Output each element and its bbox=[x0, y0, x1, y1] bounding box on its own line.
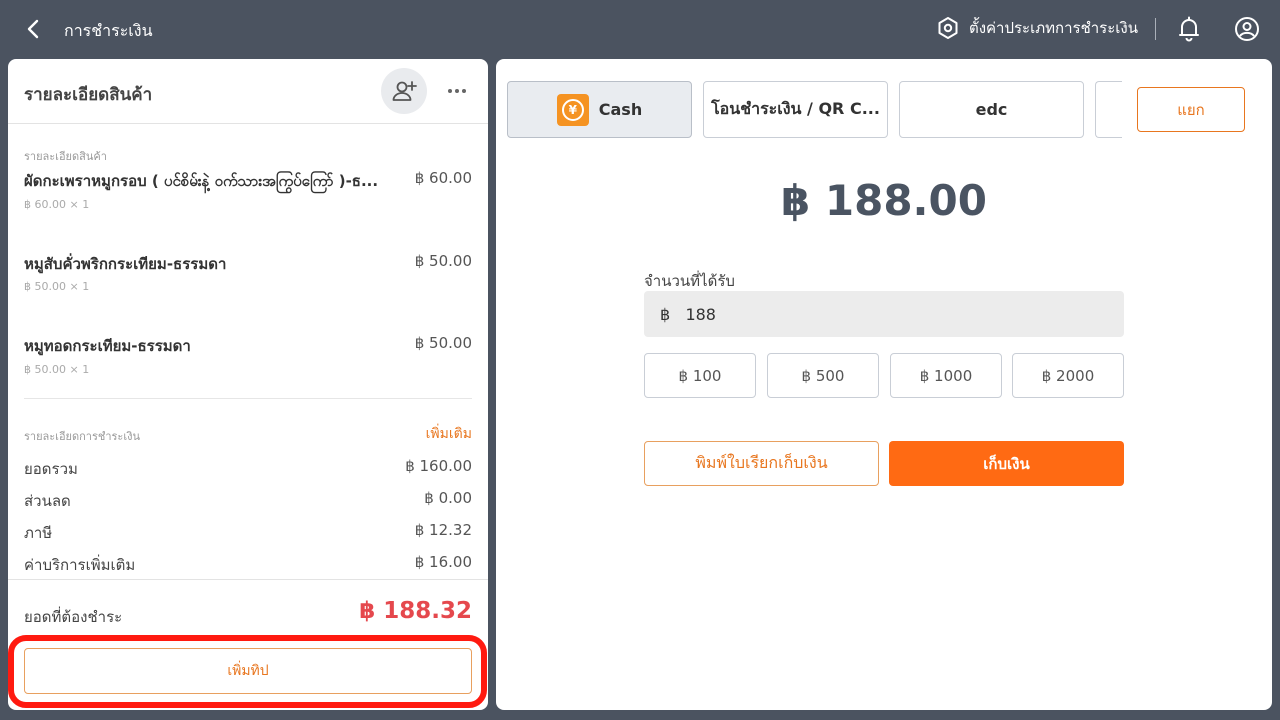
quick-amount-button[interactable]: ฿ 1000 bbox=[890, 353, 1002, 398]
back-arrow-icon[interactable] bbox=[22, 17, 46, 41]
payment-method-cash[interactable]: ¥ Cash bbox=[507, 81, 692, 138]
order-item-name: หมูทอดกระเทียม-ธรรมดา bbox=[24, 337, 191, 355]
order-details-title: รายละเอียดสินค้า bbox=[24, 85, 153, 105]
payment-method-more[interactable] bbox=[1095, 81, 1122, 138]
settings-label: ตั้งค่าประเภทการชำระเงิน bbox=[968, 19, 1138, 37]
payment-panel: ¥ Cash โอนชำระเงิน / QR C... edc แยก ฿ 1… bbox=[496, 59, 1272, 710]
tax-value: ฿ 12.32 bbox=[414, 521, 472, 539]
discount-value: ฿ 0.00 bbox=[424, 489, 472, 507]
items-caption: รายละเอียดสินค้า bbox=[24, 150, 107, 163]
discount-label: ส่วนลด bbox=[24, 492, 71, 510]
order-item-qty: ฿ 60.00 × 1 bbox=[24, 198, 90, 211]
cash-yen-icon: ¥ bbox=[556, 93, 589, 126]
order-item-name: หมูสับคั่วพริกกระเทียม-ธรรมดา bbox=[24, 255, 227, 273]
service-charge-label: ค่าบริการเพิ่มเติม bbox=[24, 556, 136, 574]
bell-icon[interactable] bbox=[1177, 16, 1201, 42]
amount-received-label: จำนวนที่ได้รับ bbox=[644, 272, 735, 290]
split-payment-button[interactable]: แยก bbox=[1137, 87, 1245, 132]
more-options-icon[interactable] bbox=[448, 81, 472, 101]
order-details-header: รายละเอียดสินค้า bbox=[8, 59, 488, 124]
footer-divider bbox=[8, 579, 488, 580]
payment-amount: ฿ 188.00 bbox=[781, 176, 987, 225]
payment-method-transfer-qr[interactable]: โอนชำระเงิน / QR C... bbox=[703, 81, 888, 138]
amount-due-value: ฿ 188.32 bbox=[359, 598, 472, 624]
service-charge-value: ฿ 16.00 bbox=[414, 553, 472, 571]
tax-label: ภาษี bbox=[24, 524, 53, 542]
payment-type-settings-button[interactable]: ตั้งค่าประเภทการชำระเงิน bbox=[937, 16, 1138, 40]
order-details-panel: รายละเอียดสินค้า รายละเอียดสินค้า ผัดกะเ… bbox=[8, 59, 488, 710]
section-divider bbox=[24, 398, 472, 399]
quick-amount-button[interactable]: ฿ 100 bbox=[644, 353, 756, 398]
order-item-qty: ฿ 50.00 × 1 bbox=[24, 363, 90, 376]
top-bar: การชำระเงิน ตั้งค่าประเภทการชำระเงิน bbox=[0, 0, 1280, 58]
collect-payment-button[interactable]: เก็บเงิน bbox=[889, 441, 1124, 486]
settings-hexagon-icon bbox=[938, 17, 958, 39]
payment-method-label: Cash bbox=[598, 100, 643, 119]
order-item-price: ฿ 60.00 bbox=[414, 169, 472, 187]
subtotal-label: ยอดรวม bbox=[24, 460, 78, 478]
payment-details-caption: รายละเอียดการชำระเงิน bbox=[24, 430, 140, 443]
payment-method-label: โอนชำระเงิน / QR C... bbox=[711, 99, 880, 118]
order-item-price: ฿ 50.00 bbox=[414, 252, 472, 270]
amount-due-label: ยอดที่ต้องชำระ bbox=[24, 608, 123, 626]
add-customer-button[interactable] bbox=[381, 68, 427, 114]
page-title: การชำระเงิน bbox=[64, 21, 153, 40]
payment-method-edc[interactable]: edc bbox=[899, 81, 1084, 138]
subtotal-value: ฿ 160.00 bbox=[405, 457, 472, 475]
order-item-qty: ฿ 50.00 × 1 bbox=[24, 280, 90, 293]
highlight-annotation-box bbox=[8, 635, 487, 708]
order-item-name: ผัดกะเพราหมูกรอบ ( ပင်စိမ်းနဲ့ ဝက်သားအကြ… bbox=[24, 172, 379, 190]
quick-amount-button[interactable]: ฿ 2000 bbox=[1012, 353, 1124, 398]
user-account-icon[interactable] bbox=[1234, 16, 1260, 42]
print-bill-button[interactable]: พิมพ์ใบเรียกเก็บเงิน bbox=[644, 441, 879, 486]
payment-method-label: edc bbox=[975, 100, 1008, 119]
amount-received-input[interactable] bbox=[644, 291, 1124, 337]
order-item-price: ฿ 50.00 bbox=[414, 334, 472, 352]
add-more-link[interactable]: เพิ่มเติม bbox=[426, 423, 472, 445]
add-user-icon bbox=[392, 81, 417, 101]
header-divider bbox=[1155, 18, 1156, 40]
quick-amount-button[interactable]: ฿ 500 bbox=[767, 353, 879, 398]
